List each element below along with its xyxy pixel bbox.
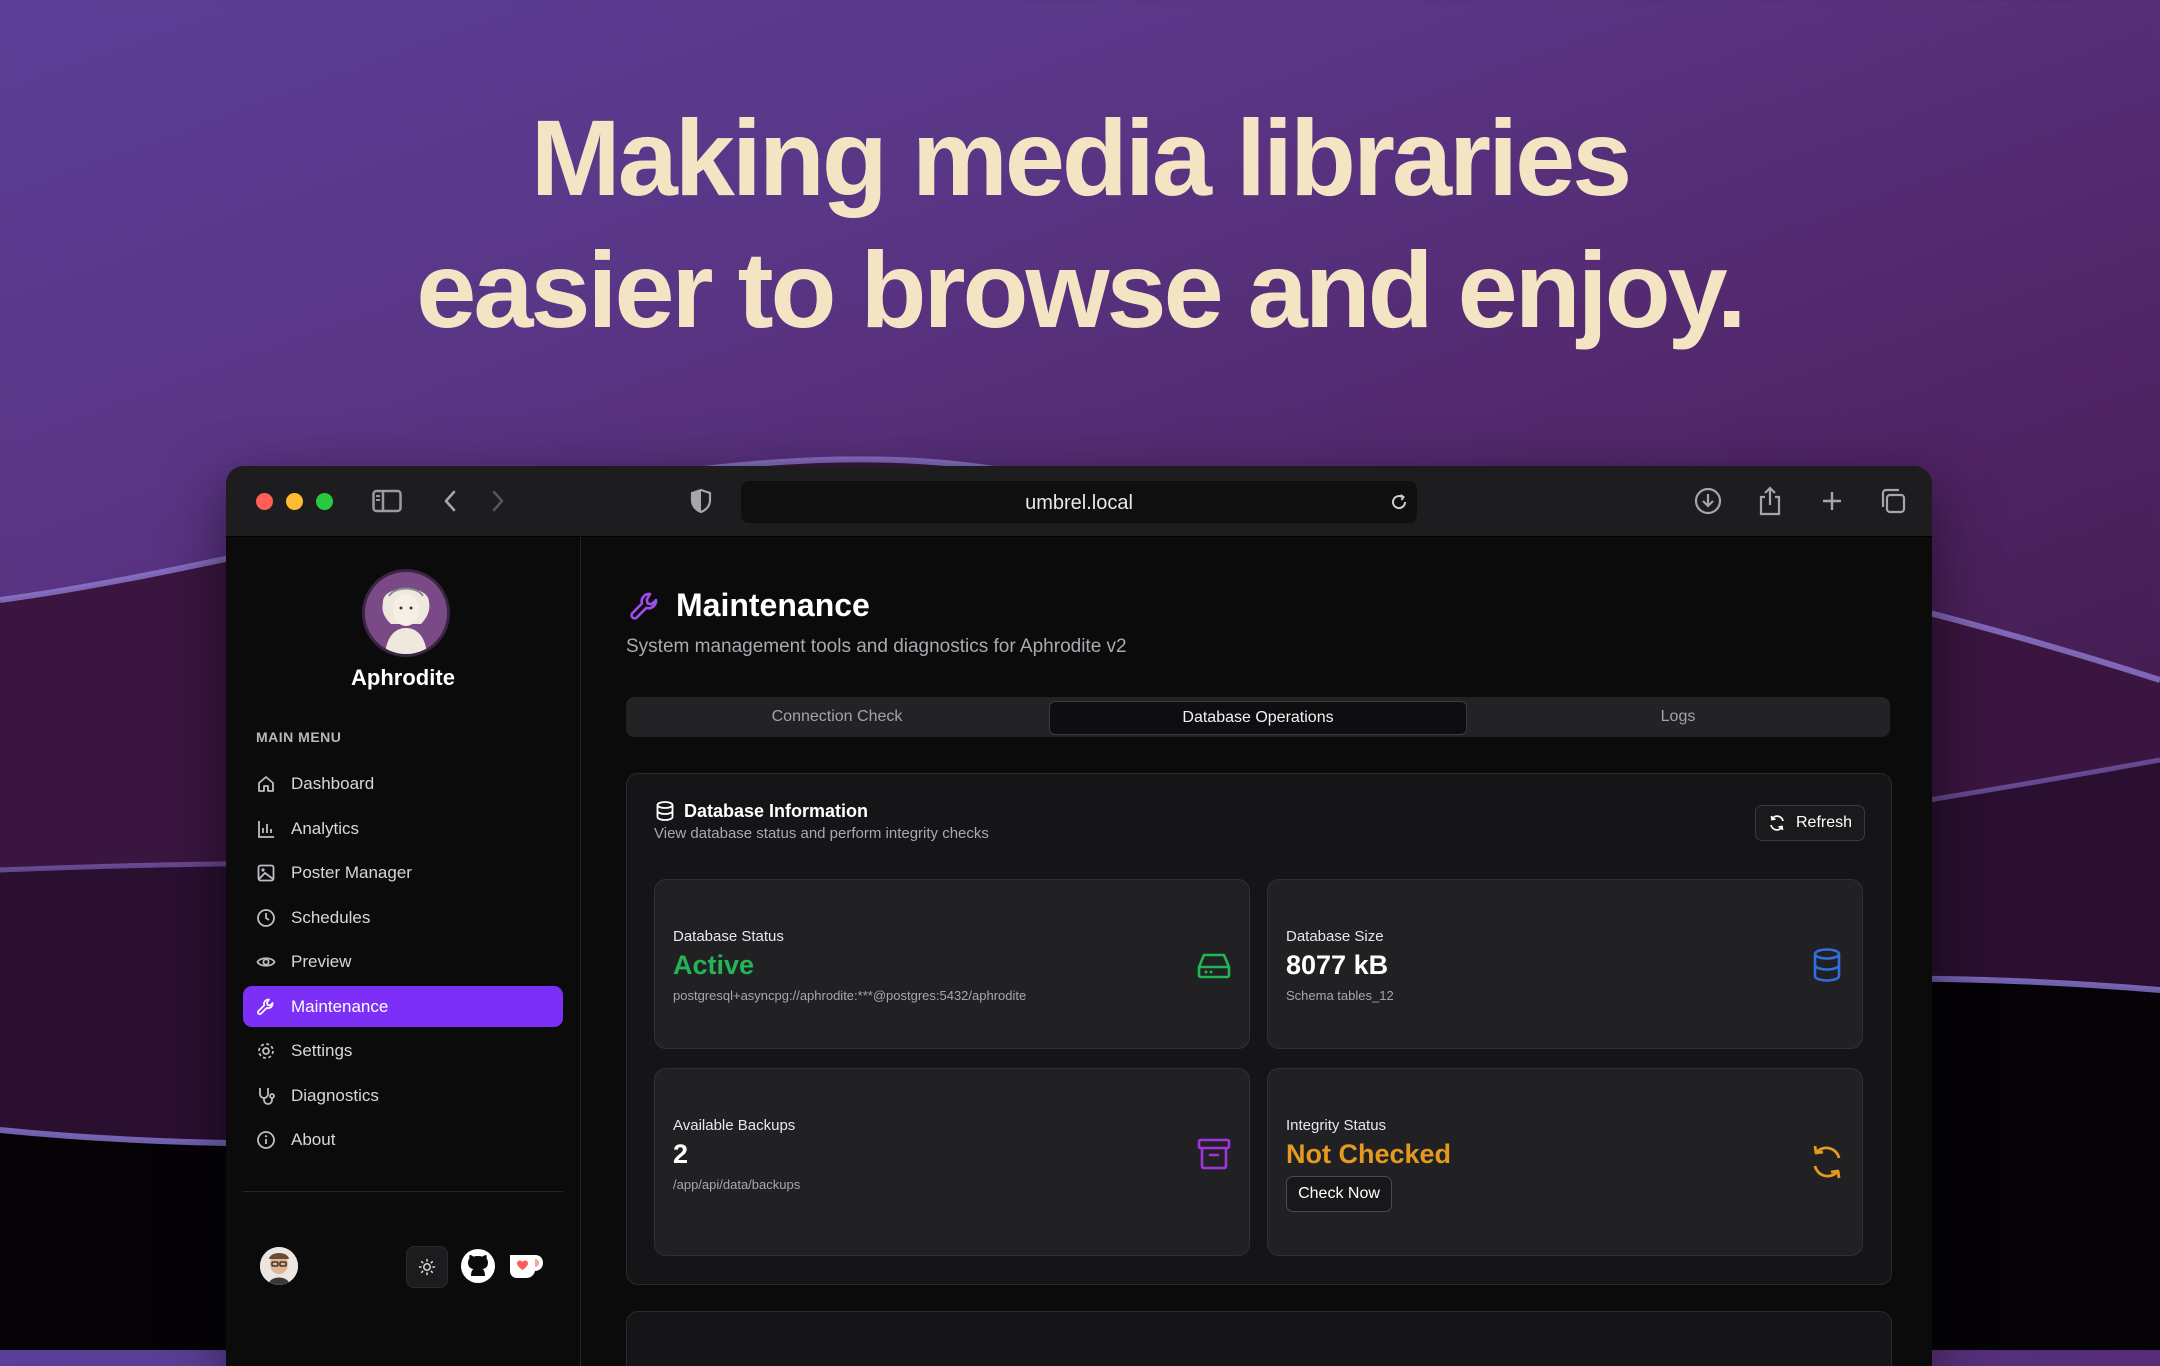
- back-icon[interactable]: [438, 486, 462, 516]
- available-backups-tile: Available Backups 2 /app/api/data/backup…: [654, 1068, 1250, 1256]
- nav-item-label: Preview: [291, 951, 352, 971]
- tab-database-operations[interactable]: Database Operations: [1049, 701, 1467, 735]
- main-menu-heading: MAIN MENU: [256, 729, 342, 745]
- nav-item-label: Settings: [291, 1040, 353, 1060]
- kofi-icon[interactable]: [506, 1246, 546, 1286]
- database-information-card: Database Information View database statu…: [626, 773, 1892, 1285]
- hero-headline-line1: Making media libraries: [530, 97, 1632, 218]
- stat-label: Available Backups: [673, 1117, 796, 1134]
- main-content: Maintenance System management tools and …: [581, 537, 1932, 1366]
- eye-icon: [255, 951, 277, 973]
- hard-drive-icon: [1197, 953, 1231, 979]
- github-icon[interactable]: [458, 1246, 498, 1286]
- backups-path: /app/api/data/backups: [673, 1177, 801, 1192]
- stat-label: Integrity Status: [1286, 1117, 1387, 1134]
- nav-item-preview[interactable]: Preview: [243, 941, 563, 982]
- database-size-tile: Database Size 8077 kB Schema tables_12: [1267, 879, 1863, 1049]
- stat-label: Database Size: [1286, 928, 1384, 945]
- nav-item-maintenance[interactable]: Maintenance: [243, 986, 563, 1027]
- gear-icon: [255, 1040, 277, 1062]
- bar-chart-icon: [255, 818, 277, 840]
- image-icon: [255, 862, 277, 884]
- user-avatar[interactable]: [260, 1247, 298, 1285]
- wrench-icon: [630, 592, 658, 620]
- available-backups-value: 2: [673, 1139, 689, 1169]
- nav-item-diagnostics[interactable]: Diagnostics: [243, 1075, 563, 1116]
- nav-item-settings[interactable]: Settings: [243, 1030, 563, 1071]
- database-connection-string: postgresql+asyncpg://aphrodite:***@postg…: [673, 988, 1027, 1003]
- hero-headline-line2: easier to browse and enjoy.: [416, 229, 1746, 350]
- share-icon[interactable]: [1755, 486, 1785, 516]
- nav-item-label: About: [291, 1129, 336, 1149]
- refresh-icon: [1770, 815, 1784, 831]
- wrench-icon: [255, 996, 277, 1018]
- tab-bar: Connection Check Database Operations Log…: [626, 697, 1890, 737]
- tab-connection-check[interactable]: Connection Check: [630, 701, 1044, 733]
- nav-item-about[interactable]: About: [243, 1119, 563, 1160]
- card-subtitle: View database status and perform integri…: [654, 825, 989, 842]
- clock-icon: [255, 907, 277, 929]
- refresh-button[interactable]: Refresh: [1755, 805, 1865, 841]
- sun-icon: [418, 1258, 436, 1276]
- tab-overview-icon[interactable]: [1878, 486, 1908, 516]
- reload-icon[interactable]: [1389, 492, 1409, 512]
- app-logo: [362, 569, 450, 657]
- stethoscope-icon: [255, 1085, 277, 1107]
- database-icon: [656, 801, 674, 821]
- nav-item-label: Dashboard: [291, 773, 375, 793]
- stat-label: Database Status: [673, 928, 784, 945]
- new-tab-icon[interactable]: [1817, 486, 1847, 516]
- refresh-icon: [1813, 1145, 1841, 1179]
- browser-window: umbrel.local Aphrodite MAIN MENU Dashboa…: [226, 466, 1932, 1366]
- nav-item-label: Poster Manager: [291, 862, 412, 882]
- refresh-label: Refresh: [1795, 814, 1853, 831]
- nav-item-label: Analytics: [291, 818, 360, 838]
- page-subtitle: System management tools and diagnostics …: [626, 636, 1127, 657]
- tab-logs[interactable]: Logs: [1470, 701, 1886, 733]
- sidebar-toggle-icon[interactable]: [371, 486, 403, 516]
- database-size-value: 8077 kB: [1286, 950, 1389, 980]
- nav-item-analytics[interactable]: Analytics: [243, 808, 563, 849]
- nav-item-label: Maintenance: [291, 996, 389, 1016]
- download-icon[interactable]: [1693, 486, 1723, 516]
- close-window-button[interactable]: [256, 493, 273, 510]
- nav-item-schedules[interactable]: Schedules: [243, 897, 563, 938]
- archive-icon: [1197, 1138, 1231, 1170]
- nav-item-dashboard[interactable]: Dashboard: [243, 763, 563, 804]
- check-now-button[interactable]: Check Now: [1286, 1176, 1392, 1212]
- integrity-status-value: Not Checked: [1286, 1139, 1452, 1169]
- page-title: Maintenance: [676, 587, 870, 623]
- home-icon: [255, 773, 277, 795]
- theme-toggle-button[interactable]: [406, 1246, 448, 1288]
- nav-item-label: Diagnostics: [291, 1085, 379, 1105]
- integrity-status-tile: Integrity Status Not Checked Check Now: [1267, 1068, 1863, 1256]
- address-bar-url: umbrel.local: [1025, 492, 1133, 514]
- address-bar[interactable]: umbrel.local: [741, 481, 1417, 523]
- next-card: [626, 1311, 1892, 1366]
- database-icon: [1813, 948, 1841, 982]
- forward-icon[interactable]: [486, 486, 510, 516]
- browser-titlebar: umbrel.local: [226, 466, 1932, 537]
- sidebar-divider: [243, 1191, 563, 1192]
- info-icon: [255, 1129, 277, 1151]
- app-name: Aphrodite: [351, 665, 455, 690]
- nav-item-poster-manager[interactable]: Poster Manager: [243, 852, 563, 893]
- database-status-value: Active: [673, 950, 755, 980]
- shield-icon[interactable]: [688, 486, 714, 516]
- card-title: Database Information: [684, 801, 869, 821]
- minimize-window-button[interactable]: [286, 493, 303, 510]
- sidebar: Aphrodite MAIN MENU Dashboard Analytics …: [226, 537, 581, 1366]
- database-schema: Schema tables_12: [1286, 988, 1394, 1003]
- nav-item-label: Schedules: [291, 907, 371, 927]
- database-status-tile: Database Status Active postgresql+asyncp…: [654, 879, 1250, 1049]
- zoom-window-button[interactable]: [316, 493, 333, 510]
